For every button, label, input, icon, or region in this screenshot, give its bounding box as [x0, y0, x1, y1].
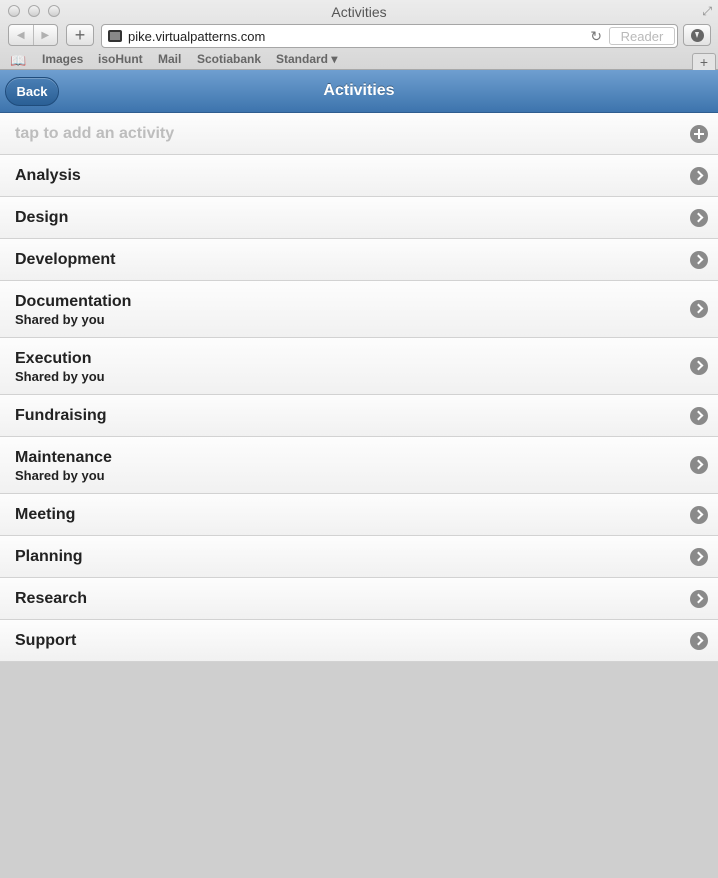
browser-chrome: Activities ⤢ ◀ ▶ + pike.virtualpatterns.… [0, 0, 718, 71]
activity-title: Support [15, 632, 77, 649]
activity-list: tap to add an activity Analysis Design Dev… [0, 113, 718, 662]
list-item[interactable]: Research [0, 578, 718, 620]
list-item[interactable]: Documentation Shared by you [0, 281, 718, 338]
list-item[interactable]: Meeting [0, 494, 718, 536]
downloads-button[interactable] [683, 24, 711, 46]
bookmark-images[interactable]: Images [42, 52, 83, 66]
activity-subtitle: Shared by you [15, 369, 105, 384]
add-circle-icon[interactable] [690, 125, 708, 143]
chevron-right-icon[interactable] [690, 167, 708, 185]
browser-toolbar: ◀ ▶ + pike.virtualpatterns.com ↻ Reader [0, 22, 718, 48]
list-item[interactable]: Analysis [0, 155, 718, 197]
activity-title: Fundraising [15, 407, 107, 424]
download-icon [691, 29, 704, 42]
fullscreen-icon[interactable]: ⤢ [702, 4, 712, 19]
list-item[interactable]: Support [0, 620, 718, 662]
page-title: Activities [323, 82, 395, 99]
forward-arrow-icon[interactable]: ▶ [32, 25, 58, 45]
app-header: Back Activities [0, 70, 718, 113]
chevron-right-icon[interactable] [690, 590, 708, 608]
add-bookmark-button[interactable]: + [66, 24, 94, 46]
activity-title: Execution [15, 350, 92, 367]
back-arrow-icon[interactable]: ◀ [9, 25, 33, 45]
activity-title: Documentation [15, 293, 132, 310]
title-bar: Activities ⤢ [0, 0, 718, 22]
chevron-right-icon[interactable] [690, 632, 708, 650]
chevron-right-icon[interactable] [690, 506, 708, 524]
bookmark-standard[interactable]: Standard ▾ [276, 52, 337, 66]
chevron-right-icon[interactable] [690, 407, 708, 425]
list-item[interactable]: Planning [0, 536, 718, 578]
list-item[interactable]: Development [0, 239, 718, 281]
nav-buttons: ◀ ▶ [8, 24, 58, 46]
chevron-right-icon[interactable] [690, 357, 708, 375]
list-item[interactable]: Design [0, 197, 718, 239]
window-title: Activities [331, 4, 387, 20]
chevron-right-icon[interactable] [690, 209, 708, 227]
add-activity-placeholder[interactable]: tap to add an activity [15, 125, 174, 143]
activity-title: Development [15, 251, 116, 268]
chevron-right-icon[interactable] [690, 456, 708, 474]
list-item[interactable]: Execution Shared by you [0, 338, 718, 395]
activity-title: Research [15, 590, 88, 607]
activity-title: Analysis [15, 167, 81, 184]
reload-icon[interactable]: ↻ [590, 28, 602, 45]
chevron-right-icon[interactable] [690, 251, 708, 269]
activity-title: Planning [15, 548, 83, 565]
activity-subtitle: Shared by you [15, 312, 105, 327]
bookmarks-bar: 📖 Images isoHunt Mail Scotiabank Standar… [0, 50, 718, 71]
add-activity-row[interactable]: tap to add an activity [0, 113, 718, 155]
bookmark-mail[interactable]: Mail [158, 52, 181, 66]
bookmark-scotiabank[interactable]: Scotiabank [197, 52, 261, 66]
site-icon [108, 30, 122, 42]
activity-title: Design [15, 209, 69, 226]
chevron-right-icon[interactable] [690, 300, 708, 318]
chevron-right-icon[interactable] [690, 548, 708, 566]
activity-title: Meeting [15, 506, 76, 523]
open-book-icon[interactable]: 📖 [10, 53, 26, 69]
url-text[interactable]: pike.virtualpatterns.com [128, 29, 265, 44]
bookmark-isohunt[interactable]: isoHunt [98, 52, 143, 66]
address-bar[interactable]: pike.virtualpatterns.com ↻ Reader [101, 24, 678, 48]
activity-title: Maintenance [15, 449, 112, 466]
list-item[interactable]: Maintenance Shared by you [0, 437, 718, 494]
reader-button[interactable]: Reader [609, 27, 675, 45]
new-tab-button[interactable]: + [692, 53, 716, 71]
activity-subtitle: Shared by you [15, 468, 105, 483]
list-item[interactable]: Fundraising [0, 395, 718, 437]
